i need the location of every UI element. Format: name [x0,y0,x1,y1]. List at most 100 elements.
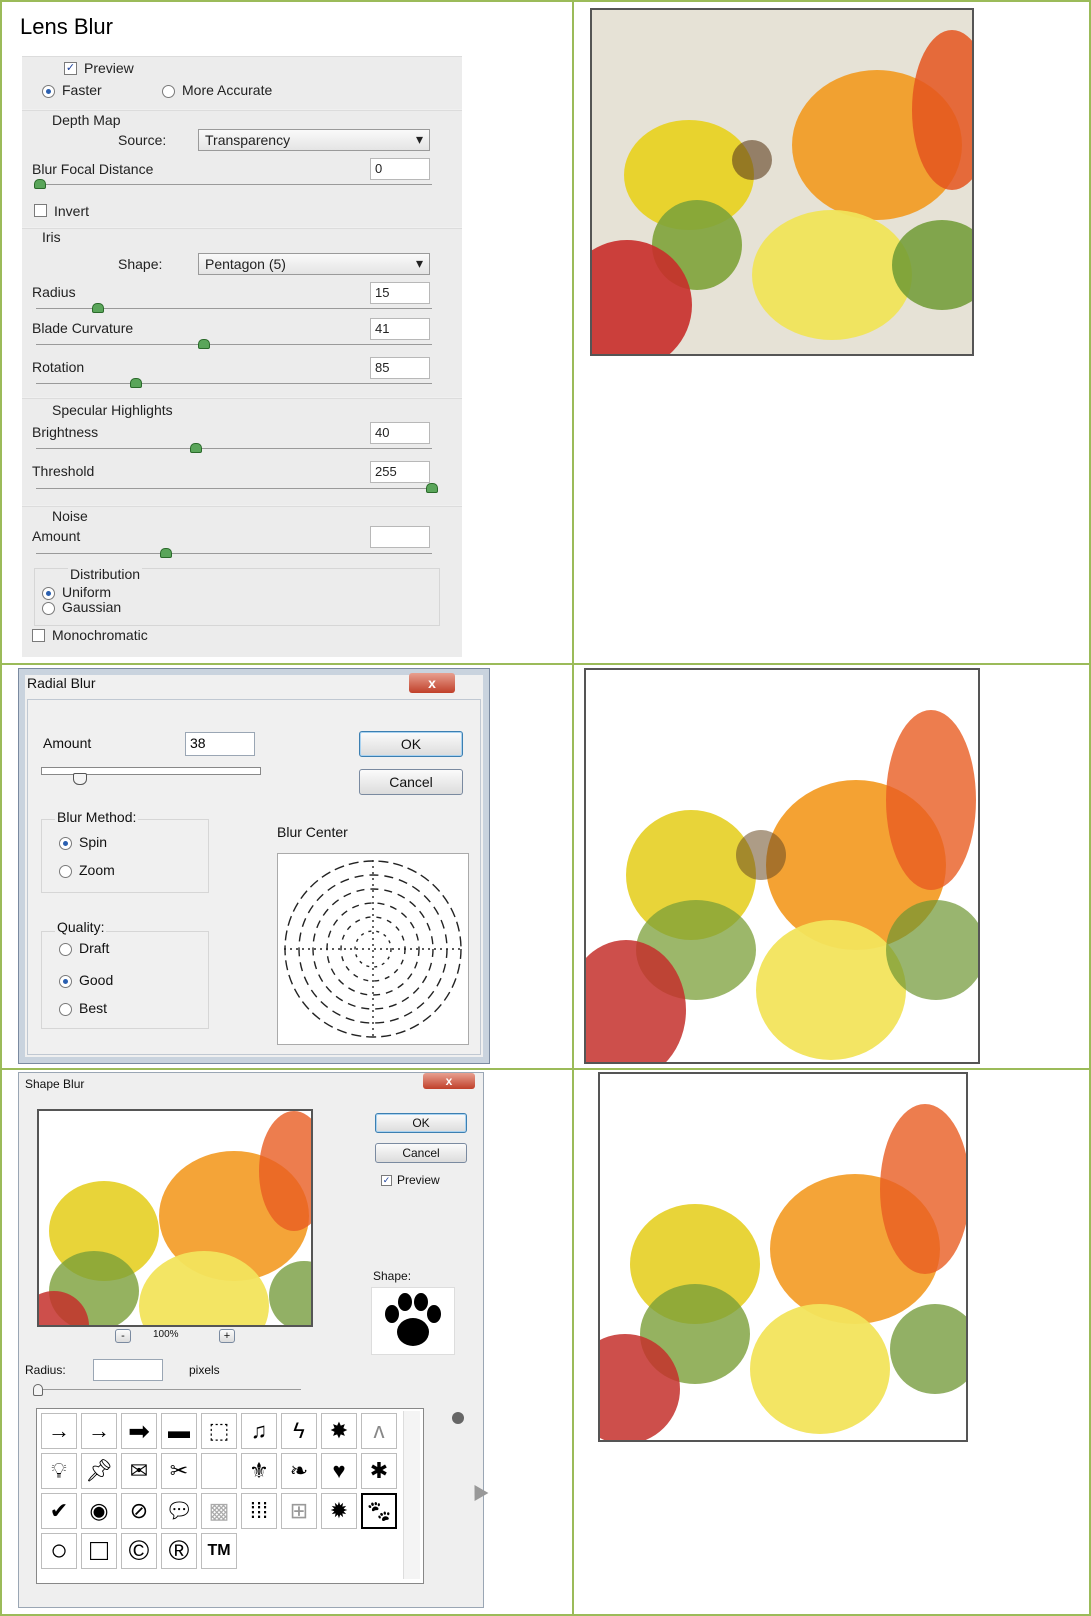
trademark-shape-icon[interactable]: TM [201,1533,237,1569]
ornament-shape-icon[interactable]: ❧ [281,1453,317,1489]
pushpin-shape-icon[interactable]: 📌︎ [81,1453,117,1489]
threshold-label: Threshold [32,463,95,479]
shape-blur-preview-image [37,1109,313,1327]
heart-shape-icon[interactable]: ♥ [321,1453,357,1489]
gaussian-label: Gaussian [62,599,122,615]
scissors-shape-icon[interactable]: ✂ [161,1453,197,1489]
more-accurate-radio[interactable] [162,85,175,98]
brightness-label: Brightness [32,424,99,440]
blade-curvature-label: Blade Curvature [32,320,134,336]
radius-input[interactable]: 15 [370,282,430,304]
focal-distance-input[interactable]: 0 [370,158,430,180]
zoom-radio[interactable] [59,865,72,878]
custom-shape-library: → → ➡ ▬ ⬚ ♫ ϟ ✸ ᴧ 💡︎ 📌︎ ✉ ✂ ⚜ ❧ ♥ ✱ ✔ ◉ … [36,1408,424,1584]
fleur-de-lis-shape-icon[interactable]: ⚜ [241,1453,277,1489]
zoom-level: 100% [153,1329,179,1340]
registered-shape-icon[interactable]: ® [161,1533,197,1569]
radius-input[interactable]: 10 [93,1359,163,1381]
depth-map-heading: Depth Map [52,112,121,128]
cancel-button[interactable]: Cancel [359,769,463,795]
music-note-shape-icon[interactable]: ♫ [241,1413,277,1449]
faster-radio[interactable] [42,85,55,98]
bold-arrow-shape-icon[interactable]: ➡ [121,1413,157,1449]
good-label: Good [79,972,114,988]
amount-slider-thumb[interactable] [73,773,87,785]
preview-checkbox[interactable]: ✓ [64,62,77,75]
gaussian-radio[interactable] [42,602,55,615]
source-select[interactable]: Transparency [198,129,430,151]
iris-heading: Iris [42,229,61,245]
copyright-shape-icon[interactable]: © [121,1533,157,1569]
grass-shape-icon[interactable]: ᴧ [361,1413,397,1449]
envelope-shape-icon[interactable]: ✉ [121,1453,157,1489]
no-sign-shape-icon[interactable]: ⊘ [121,1493,157,1529]
quality-label: Quality: [55,919,107,935]
blank-shape-icon[interactable] [201,1453,237,1489]
burst-shape-icon[interactable]: ✸ [321,1413,357,1449]
blur-center-preview[interactable] [277,853,469,1045]
checkmark-shape-icon[interactable]: ✔ [41,1493,77,1529]
lens-blur-heading: Lens Blur [20,14,113,39]
faster-label: Faster [62,82,102,98]
lens-blur-panel: ✓ Preview Faster More Accurate Depth Map… [22,56,462,657]
rotation-label: Rotation [32,359,85,375]
gray-tile-shape-icon[interactable]: ▩ [201,1493,237,1529]
amount-label: Amount [43,735,92,751]
library-menu-icon[interactable] [452,1412,464,1424]
amount-input[interactable]: 38 [185,732,255,756]
good-radio[interactable] [59,975,72,988]
threshold-slider-thumb[interactable] [426,483,438,493]
lightbulb-shape-icon[interactable]: 💡︎ [41,1453,77,1489]
puzzle-shape-icon[interactable]: ✱ [361,1453,397,1489]
spin-radio[interactable] [59,837,72,850]
best-radio[interactable] [59,1003,72,1016]
threshold-input[interactable]: 255 [370,461,430,483]
rotation-input[interactable]: 85 [370,357,430,379]
draft-radio[interactable] [59,943,72,956]
monochromatic-label: Monochromatic [52,627,148,643]
radius-slider-thumb[interactable] [92,303,104,313]
banner-shape-icon[interactable]: ▬ [161,1413,197,1449]
zoom-out-button[interactable]: - [115,1329,131,1343]
blade-curvature-slider-thumb[interactable] [198,339,210,349]
uniform-label: Uniform [62,584,112,600]
square-shape-icon[interactable]: □ [81,1533,117,1569]
ok-button[interactable]: OK [375,1113,467,1133]
focal-distance-slider-thumb[interactable] [34,179,46,189]
paw-print-shape-icon[interactable]: 🐾︎ [361,1493,397,1529]
brightness-input[interactable]: 40 [370,422,430,444]
lightning-shape-icon[interactable]: ϟ [281,1413,317,1449]
circle-shape-icon[interactable]: ○ [41,1533,77,1569]
iris-shape-label: Shape: [118,256,163,272]
radius-slider-thumb[interactable] [33,1384,43,1396]
frame-shape-icon[interactable]: ⬚ [201,1413,237,1449]
arrow-shape-icon[interactable]: → [81,1413,117,1449]
more-accurate-label: More Accurate [182,82,273,98]
zoom-label: Zoom [79,862,115,878]
thin-arrow-shape-icon[interactable]: → [41,1413,77,1449]
monochromatic-checkbox[interactable] [32,629,45,642]
dot-grid-shape-icon[interactable]: ⁞⁞⁞ [241,1493,277,1529]
blade-curvature-input[interactable]: 41 [370,318,430,340]
invert-checkbox[interactable] [34,204,47,217]
lens-blur-result-image [590,8,974,356]
amount-input[interactable]: 31 [370,526,430,548]
speech-bubble-shape-icon[interactable]: 💬︎ [161,1493,197,1529]
iris-shape-select[interactable]: Pentagon (5) [198,253,430,275]
ok-button[interactable]: OK [359,731,463,757]
amount-slider-thumb[interactable] [160,548,172,558]
zoom-in-button[interactable]: + [219,1329,235,1343]
starburst-shape-icon[interactable]: ✹ [321,1493,357,1529]
preview-checkbox[interactable]: ✓ [381,1175,392,1186]
close-button[interactable]: x [423,1073,475,1089]
amount-label: Amount [32,528,81,544]
close-button[interactable]: x [409,673,455,693]
brightness-slider-thumb[interactable] [190,443,202,453]
draft-label: Draft [79,940,110,956]
uniform-radio[interactable] [42,587,55,600]
shape-library-scrollbar[interactable] [403,1411,420,1579]
eye-shape-icon[interactable]: ◉ [81,1493,117,1529]
grid-shape-icon[interactable]: ⊞ [281,1493,317,1529]
rotation-slider-thumb[interactable] [130,378,142,388]
cancel-button[interactable]: Cancel [375,1143,467,1163]
